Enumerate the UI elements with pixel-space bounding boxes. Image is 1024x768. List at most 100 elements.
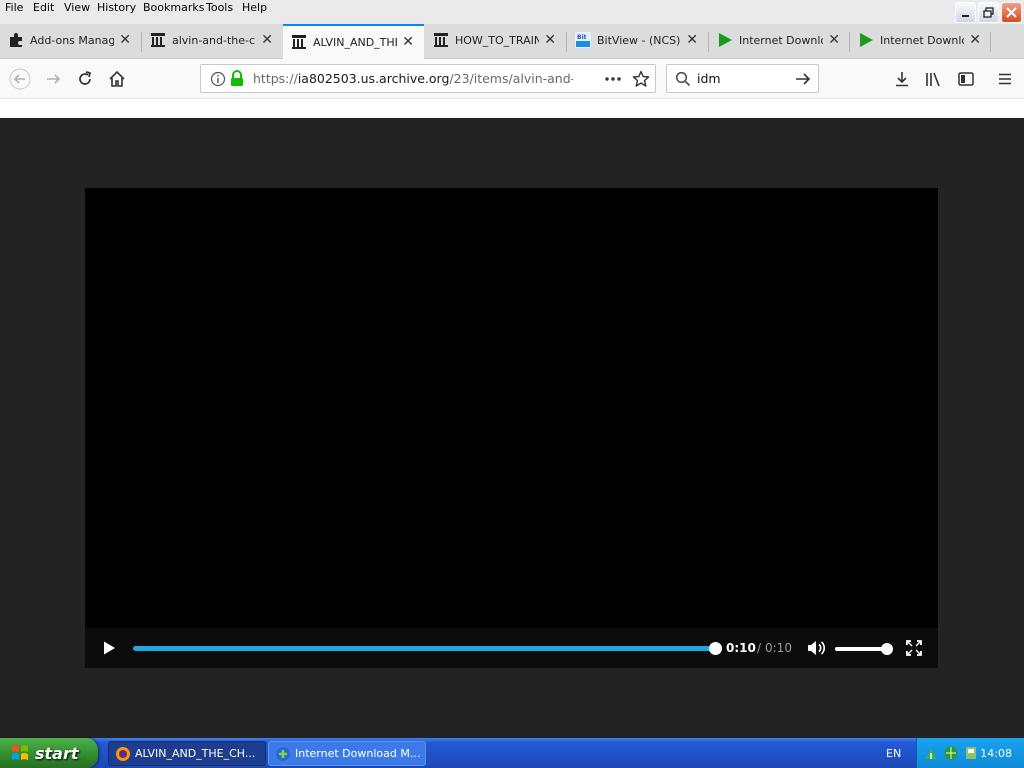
- close-tab-icon[interactable]: ✕: [402, 34, 414, 50]
- search-input[interactable]: [697, 71, 787, 86]
- hamburger-menu-icon: [999, 73, 1011, 85]
- progress-handle[interactable]: [709, 642, 722, 655]
- start-label: start: [35, 743, 79, 763]
- close-tab-icon[interactable]: ✕: [828, 32, 840, 48]
- minimize-icon: [961, 14, 969, 17]
- home-button[interactable]: [105, 67, 129, 91]
- forward-arrow-icon: [47, 74, 61, 84]
- safely-remove-tray-icon[interactable]: [963, 745, 979, 761]
- info-icon[interactable]: [210, 71, 226, 87]
- language-indicator[interactable]: EN: [886, 747, 901, 760]
- puzzle-icon: [10, 33, 22, 47]
- taskbar-item-firefox[interactable]: ALVIN_AND_THE_CH...: [108, 741, 266, 766]
- menu-history[interactable]: History: [97, 1, 136, 14]
- start-button[interactable]: start: [0, 738, 98, 768]
- progress-fill: [133, 646, 715, 651]
- page-top-strip: [0, 99, 1024, 118]
- library-button[interactable]: [922, 67, 946, 91]
- tab-alvin-archive[interactable]: alvin-and-the-chipmunks ✕: [142, 24, 283, 59]
- idm-icon: [719, 33, 732, 47]
- archive-icon: [292, 35, 306, 49]
- bookmark-star-icon[interactable]: [632, 70, 650, 88]
- search-go-arrow-icon[interactable]: [794, 71, 812, 87]
- search-bar[interactable]: [666, 64, 819, 93]
- menu-tools[interactable]: Tools: [206, 1, 233, 14]
- tab-title: ALVIN_AND_THE_CHIPMUNKS: [313, 36, 397, 49]
- volume-handle[interactable]: [881, 643, 893, 655]
- archive-icon: [434, 33, 448, 47]
- tab-bitview[interactable]: Bit BitView - (NCS) N ✕: [567, 24, 708, 59]
- page-actions-icon[interactable]: [604, 72, 622, 86]
- forward-button[interactable]: [41, 67, 65, 91]
- url-path: /23/items/alvin-and-the-: [449, 71, 573, 86]
- idm-tray-icon[interactable]: [923, 745, 939, 761]
- sidebar-button[interactable]: [954, 67, 978, 91]
- volume-fill: [835, 647, 887, 651]
- idm-icon: [276, 747, 290, 761]
- taskbar-item-label: Internet Download M...: [295, 747, 421, 760]
- taskbar-item-label: ALVIN_AND_THE_CH...: [135, 747, 256, 760]
- tab-title: Internet Download: [880, 34, 964, 47]
- minimize-button[interactable]: [955, 2, 976, 23]
- menu-view[interactable]: View: [64, 1, 90, 14]
- tab-title: HOW_TO_TRAIN_YOUR_DRAGON: [455, 34, 539, 47]
- video-frame[interactable]: [85, 188, 938, 628]
- back-arrow-icon: [9, 68, 31, 90]
- menu-help[interactable]: Help: [242, 1, 267, 14]
- url-prefix: https://: [253, 71, 298, 86]
- video-controls: 0:10 / 0:10: [85, 628, 938, 668]
- clock[interactable]: 14:08: [980, 747, 1012, 760]
- time-separator: /: [757, 641, 762, 655]
- idm-icon: [860, 33, 873, 47]
- close-tab-icon[interactable]: ✕: [261, 32, 273, 48]
- system-tray: 14:08: [916, 738, 1024, 768]
- fullscreen-icon[interactable]: [906, 640, 922, 656]
- tab-title: Add-ons Manager: [30, 34, 114, 47]
- restore-button[interactable]: [978, 2, 999, 23]
- window-close-button[interactable]: [1001, 2, 1022, 23]
- menu-bookmarks[interactable]: Bookmarks: [143, 1, 204, 14]
- progress-bar[interactable]: [133, 642, 722, 655]
- close-tab-icon[interactable]: ✕: [544, 32, 556, 48]
- close-icon: [1006, 7, 1017, 18]
- total-time: 0:10: [765, 641, 792, 655]
- current-time: 0:10: [726, 641, 756, 655]
- menu-button[interactable]: [993, 67, 1017, 91]
- tab-alvin-video[interactable]: ALVIN_AND_THE_CHIPMUNKS ✕: [283, 24, 424, 60]
- search-icon: [675, 71, 691, 87]
- menu-bar: File Edit View History Bookmarks Tools H…: [0, 0, 1024, 24]
- taskbar-item-idm[interactable]: Internet Download M...: [268, 741, 426, 766]
- volume-slider[interactable]: [835, 643, 893, 655]
- svg-text:Bit: Bit: [577, 34, 587, 41]
- tab-how-to-train[interactable]: HOW_TO_TRAIN_YOUR_DRAGON ✕: [425, 24, 566, 59]
- close-tab-icon[interactable]: ✕: [969, 32, 981, 48]
- url-text[interactable]: https://ia802503.us.archive.org/23/items…: [253, 71, 573, 86]
- close-tab-icon[interactable]: ✕: [686, 32, 698, 48]
- tab-internet-download-1[interactable]: Internet Download ✕: [709, 24, 850, 59]
- firefox-icon: [116, 747, 130, 761]
- tab-title: alvin-and-the-chipmunks: [172, 34, 256, 47]
- network-tray-icon[interactable]: [943, 745, 959, 761]
- play-icon[interactable]: [101, 640, 117, 656]
- menu-edit[interactable]: Edit: [33, 1, 54, 14]
- tab-title: Internet Download: [739, 34, 823, 47]
- reload-button[interactable]: [73, 67, 97, 91]
- menu-file[interactable]: File: [5, 1, 23, 14]
- bitview-icon: Bit: [575, 32, 591, 48]
- lock-icon[interactable]: [230, 70, 244, 87]
- back-button[interactable]: [8, 67, 32, 91]
- restore-icon: [983, 7, 994, 18]
- tab-addons-manager[interactable]: Add-ons Manager ✕: [0, 24, 141, 59]
- url-host: ia802503.us.archive.org: [297, 71, 450, 86]
- downloads-button[interactable]: [890, 67, 914, 91]
- tab-internet-download-2[interactable]: Internet Download ✕: [850, 24, 991, 59]
- url-bar[interactable]: https://ia802503.us.archive.org/23/items…: [200, 64, 656, 93]
- library-icon: [926, 72, 940, 87]
- tab-title: BitView - (NCS) N: [597, 34, 681, 47]
- volume-icon[interactable]: [806, 639, 826, 657]
- reload-icon: [79, 71, 92, 85]
- navigation-toolbar: https://ia802503.us.archive.org/23/items…: [0, 59, 1024, 99]
- tab-strip: Add-ons Manager ✕ alvin-and-the-chipmunk…: [0, 24, 1024, 78]
- download-icon: [896, 72, 908, 87]
- close-tab-icon[interactable]: ✕: [119, 32, 131, 48]
